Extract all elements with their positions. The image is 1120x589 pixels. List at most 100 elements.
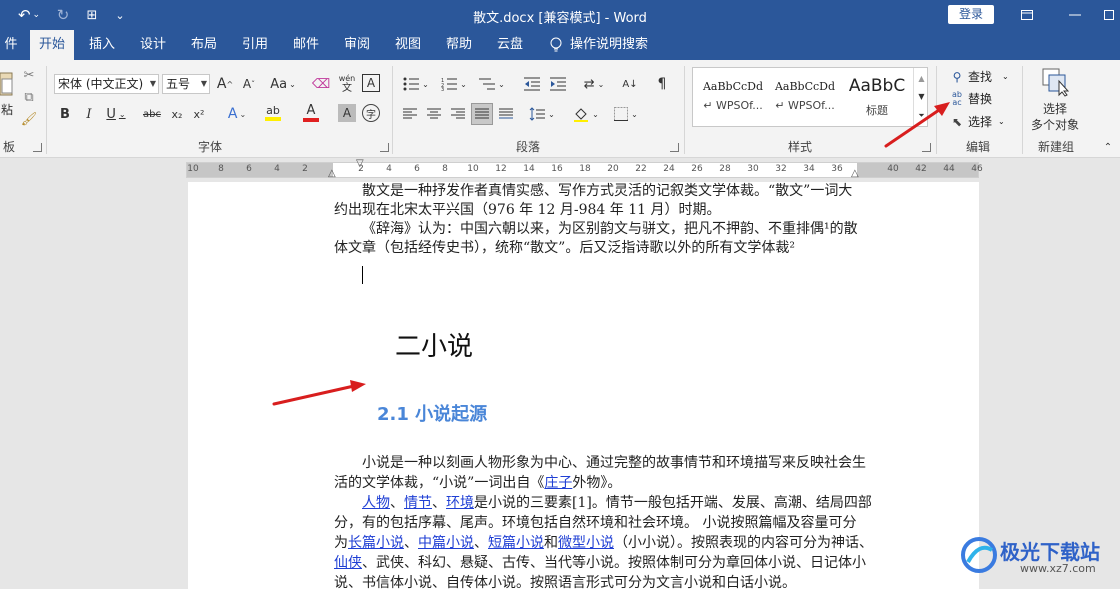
ruler-tick-label: 42: [915, 164, 927, 174]
phonetic-guide-icon[interactable]: wén 文: [337, 72, 357, 96]
superscript-button[interactable]: x²: [190, 104, 208, 124]
tell-me-search[interactable]: 操作说明搜索: [550, 30, 648, 60]
ruler-tick-label: 4: [386, 164, 392, 174]
grow-font-icon[interactable]: A ^: [216, 74, 234, 94]
cut-icon[interactable]: ✂: [20, 66, 38, 84]
font-size-combo[interactable]: 五号 ▼: [162, 74, 210, 94]
numbering-icon[interactable]: 1 2 3 ⌄: [438, 74, 470, 94]
group-separator: [1022, 66, 1023, 154]
text-cursor: [362, 266, 363, 284]
sort-icon[interactable]: A↓: [620, 74, 640, 94]
ruler-tick-label: 22: [635, 164, 647, 174]
bullets-icon[interactable]: ⌄: [400, 74, 432, 94]
decrease-indent-icon[interactable]: [522, 74, 542, 94]
tab-layout[interactable]: 布局: [182, 30, 226, 60]
text-effects-icon[interactable]: A ⌄: [222, 104, 252, 124]
shading-icon[interactable]: ⌄: [570, 104, 602, 124]
tab-file[interactable]: 件: [0, 30, 22, 60]
style-sample: AaBbCcDd: [774, 80, 836, 93]
ruler-tick-label: 18: [579, 164, 591, 174]
ruler-tick-label: 14: [523, 164, 535, 174]
shrink-font-icon[interactable]: Aˇ: [240, 74, 258, 94]
justify-icon[interactable]: [471, 103, 493, 125]
highlight-icon[interactable]: ab: [258, 102, 288, 124]
distributed-icon[interactable]: [496, 104, 516, 124]
character-border-icon[interactable]: A: [362, 74, 380, 92]
line-spacing-icon[interactable]: ⌄: [526, 104, 558, 124]
link-novel[interactable]: 长篇小说: [348, 535, 404, 551]
ribbon-display-icon[interactable]: [1004, 0, 1050, 30]
bold-button[interactable]: B: [56, 104, 74, 124]
ruler-tick-label: 34: [803, 164, 815, 174]
tell-me-label: 操作说明搜索: [570, 37, 649, 52]
right-indent-marker[interactable]: △: [851, 168, 859, 179]
strikethrough-button[interactable]: abc: [140, 104, 164, 124]
ruler-tick-label: 6: [246, 164, 252, 174]
hanging-indent-marker[interactable]: △: [328, 168, 336, 179]
show-marks-icon[interactable]: ¶: [652, 74, 672, 94]
chinese-layout-icon[interactable]: ⇄ ⌄: [578, 74, 610, 94]
scroll-up-icon[interactable]: ▲: [914, 70, 929, 86]
ruler-tick-label: 16: [551, 164, 563, 174]
link-zhuangzi[interactable]: 庄子: [544, 475, 572, 491]
select-objects-line2[interactable]: 多个对象: [1026, 116, 1084, 132]
tab-references[interactable]: 引用: [233, 30, 277, 60]
tab-cloud[interactable]: 云盘: [488, 30, 532, 60]
style-item[interactable]: AaBbCcDd ↵ WPSOf...: [697, 72, 769, 124]
tab-view[interactable]: 视图: [386, 30, 430, 60]
tab-mailings[interactable]: 邮件: [284, 30, 328, 60]
link-plot[interactable]: 情节: [404, 495, 432, 511]
tab-home[interactable]: 开始: [30, 30, 74, 60]
align-right-icon[interactable]: [448, 104, 468, 124]
link-novella[interactable]: 中篇小说: [418, 535, 474, 551]
link-environment[interactable]: 环境: [446, 495, 474, 511]
style-sample: AaBbCcDd: [702, 80, 764, 93]
ruler-tick-label: 2: [302, 164, 308, 174]
change-case-icon[interactable]: Aa ⌄: [268, 74, 298, 94]
character-shading-icon[interactable]: A: [338, 104, 356, 122]
increase-indent-icon[interactable]: [548, 74, 568, 94]
annotation-arrow-heading: [272, 380, 366, 406]
font-color-icon[interactable]: A: [296, 102, 326, 124]
align-center-icon[interactable]: [424, 104, 444, 124]
horizontal-ruler[interactable]: ▽ △ △ 10 8 6 4 2 2 4 6 8 10 12 14 16 18 20 22 24 26 28 30 32…: [186, 158, 983, 179]
link-micro-fiction[interactable]: 微型小说: [558, 535, 614, 551]
font-size-value: 五号: [166, 77, 191, 91]
tab-insert[interactable]: 插入: [80, 30, 124, 60]
tab-help[interactable]: 帮助: [437, 30, 481, 60]
svg-text:3: 3: [441, 87, 444, 91]
underline-button[interactable]: U ⌄: [102, 104, 130, 124]
paragraph-launcher-icon[interactable]: [670, 143, 679, 152]
font-launcher-icon[interactable]: [380, 143, 389, 152]
font-name-combo[interactable]: 宋体 (中文正文) ▼: [54, 74, 159, 94]
link-short-story[interactable]: 短篇小说: [488, 535, 544, 551]
clipboard-launcher-icon[interactable]: [33, 143, 42, 152]
find-button[interactable]: ⚲ 查找 ⌄: [950, 68, 1009, 85]
maximize-icon[interactable]: [1098, 0, 1120, 30]
enclose-character-icon[interactable]: 字: [362, 104, 380, 122]
align-left-icon[interactable]: [400, 104, 420, 124]
group-separator: [684, 66, 685, 154]
format-painter-icon[interactable]: 🖌: [20, 110, 38, 128]
select-objects-line1[interactable]: 选择: [1026, 100, 1084, 116]
minimize-icon[interactable]: [1052, 0, 1098, 30]
collapse-ribbon-icon[interactable]: ⌃: [1100, 140, 1116, 154]
link-character[interactable]: 人物: [362, 495, 390, 511]
tab-review[interactable]: 审阅: [335, 30, 379, 60]
login-button[interactable]: 登录: [948, 5, 994, 24]
italic-button[interactable]: I: [80, 104, 98, 124]
lightbulb-icon: [550, 37, 562, 52]
style-item[interactable]: AaBbCcDd ↵ WPSOf...: [769, 72, 841, 124]
ruler-tick-label: 8: [442, 164, 448, 174]
paste-label[interactable]: 粘: [0, 100, 14, 118]
select-objects-icon[interactable]: [1040, 66, 1072, 98]
paragraph-line: 说、书信体小说、自传体小说。按照语言形式可分为文言小说和白话小说。: [334, 575, 796, 589]
copy-icon[interactable]: ⧉: [20, 88, 38, 106]
clear-format-icon[interactable]: ⌫: [312, 74, 330, 94]
paste-icon[interactable]: [0, 68, 14, 98]
subscript-button[interactable]: x₂: [168, 104, 186, 124]
borders-icon[interactable]: ⌄: [610, 104, 642, 124]
tab-design[interactable]: 设计: [131, 30, 175, 60]
link-xianxia[interactable]: 仙侠: [334, 555, 362, 571]
multilevel-list-icon[interactable]: ⌄: [476, 74, 508, 94]
